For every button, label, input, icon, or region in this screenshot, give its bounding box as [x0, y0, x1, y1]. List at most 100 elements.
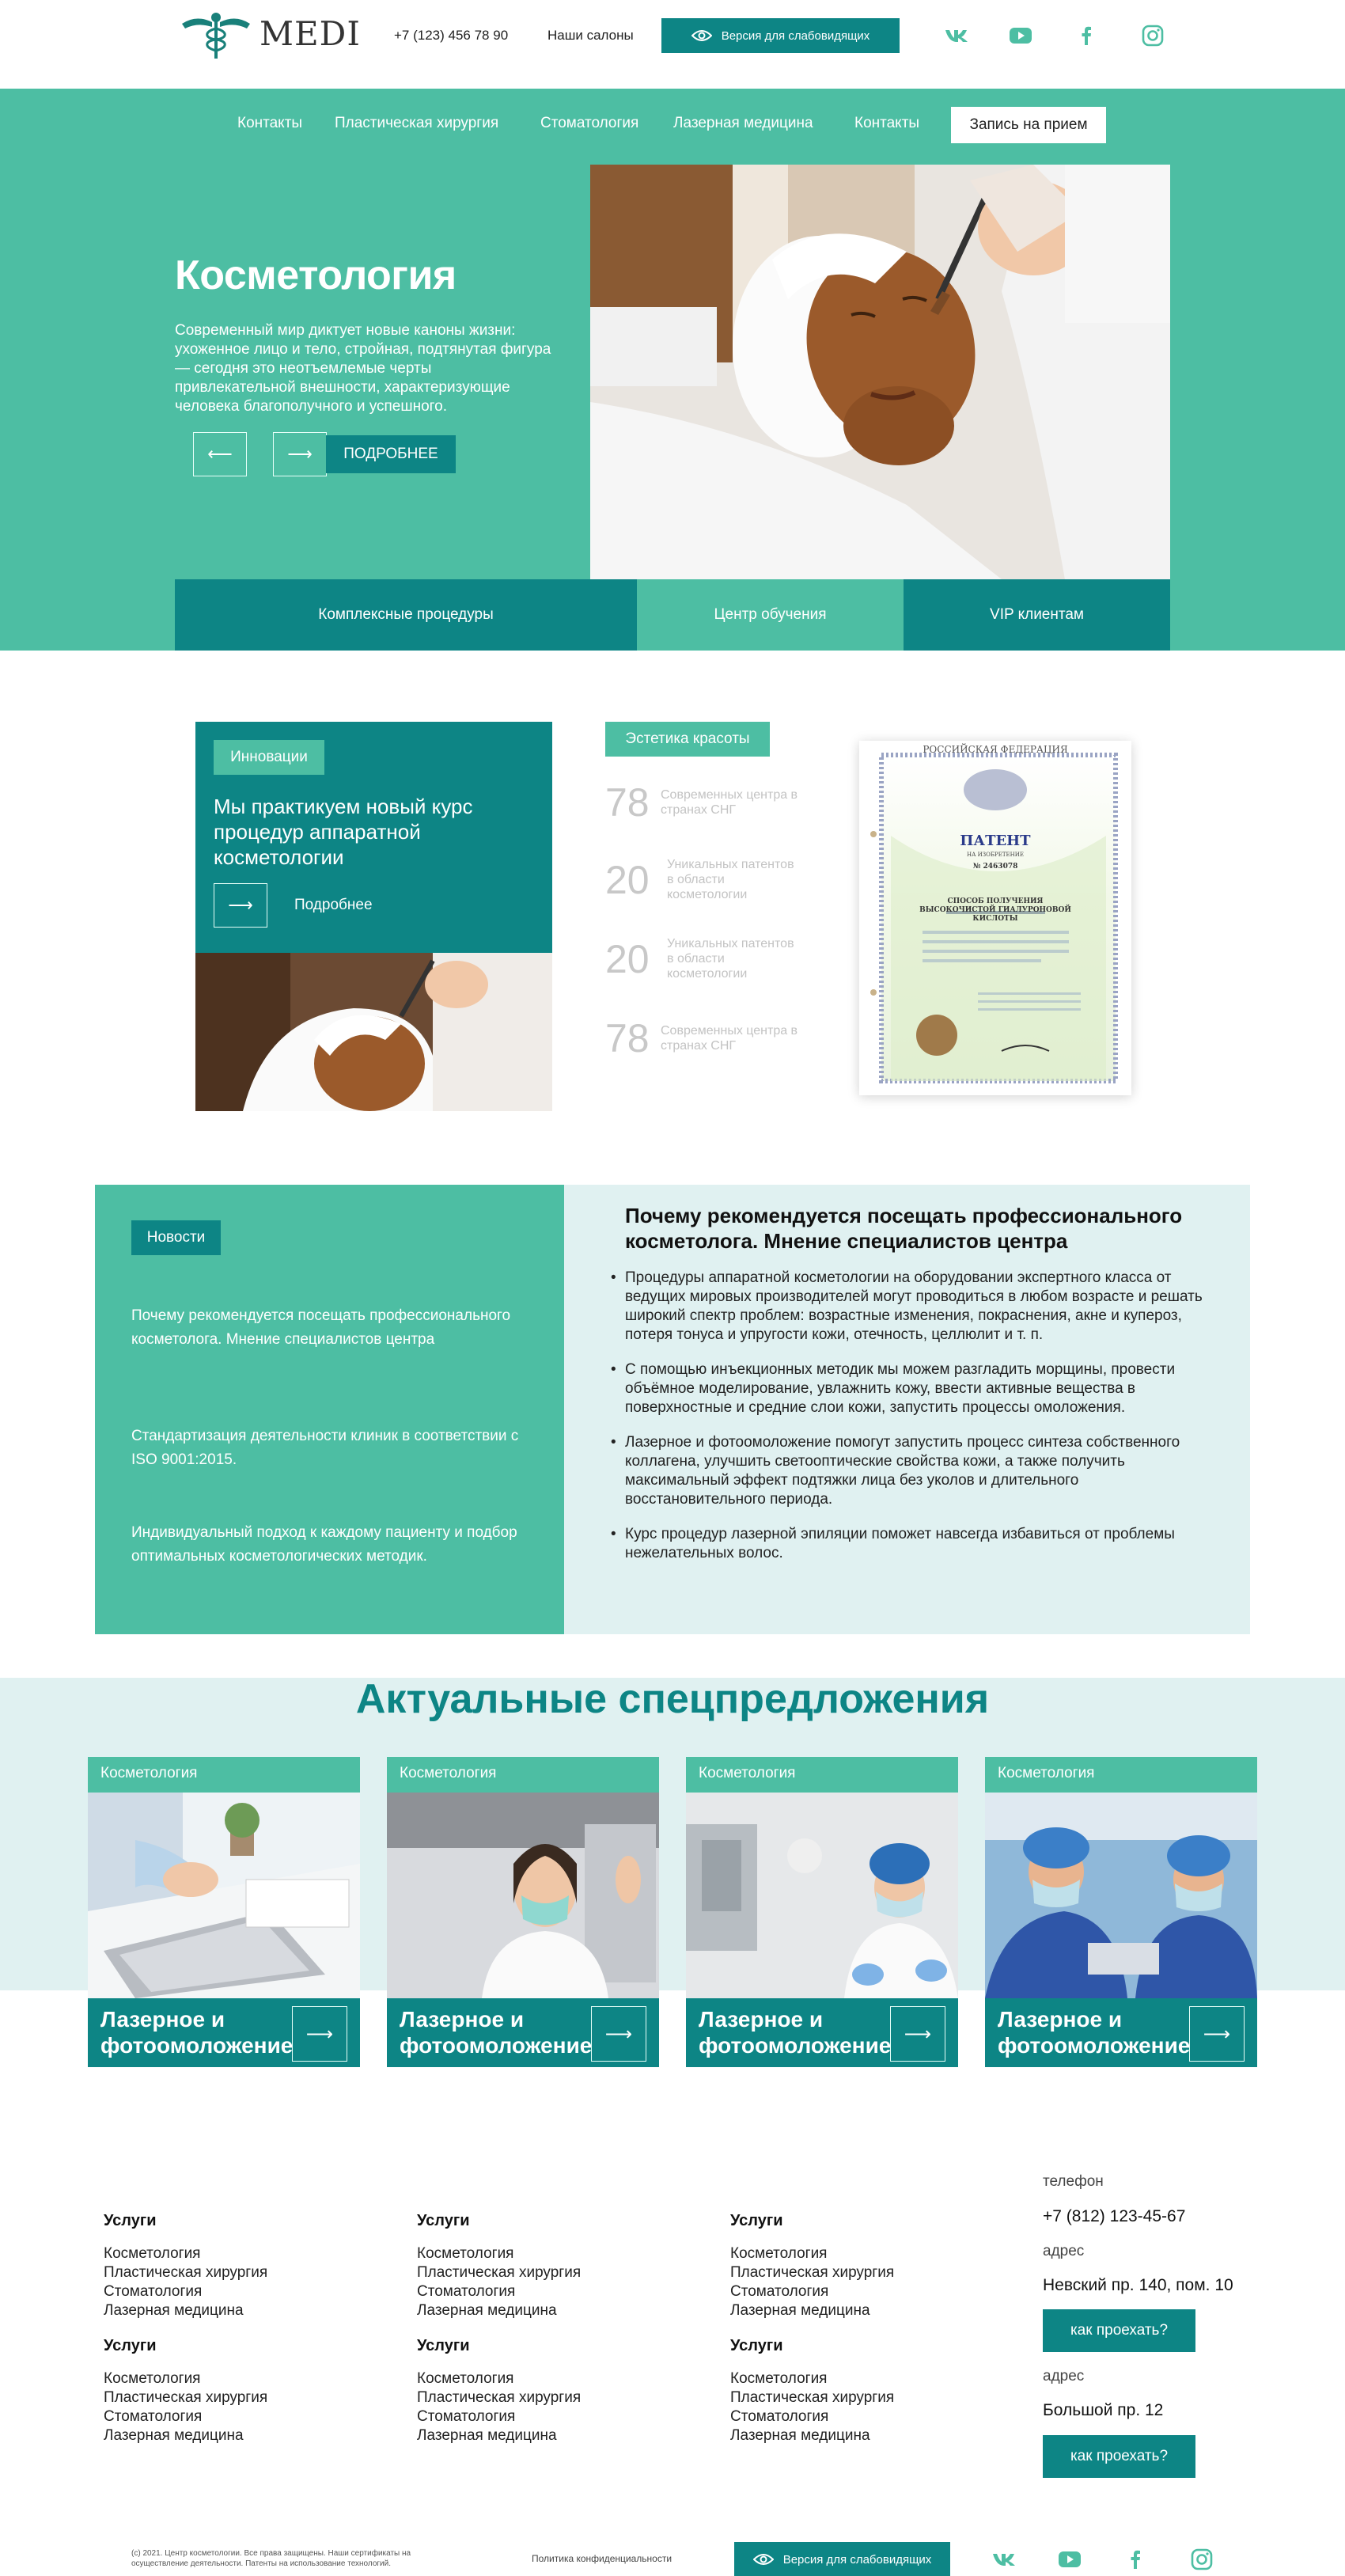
footer-phone[interactable]: +7 (812) 123-45-67 [1043, 2207, 1185, 2226]
news-badge: Новости [131, 1220, 221, 1255]
footer-link[interactable]: Пластическая хирургия [730, 2263, 991, 2282]
youtube-icon[interactable] [1056, 2546, 1083, 2573]
tab-complex-procedures[interactable]: Комплексные процедуры [175, 579, 637, 651]
footer-link[interactable]: Стоматология [104, 2407, 365, 2426]
route-button[interactable]: как проехать? [1043, 2309, 1195, 2352]
footer-link[interactable]: Косметология [730, 2244, 991, 2263]
news-item[interactable]: Почему рекомендуется посещать профессион… [131, 1304, 527, 1352]
instagram-icon[interactable] [1139, 22, 1166, 49]
appointment-button[interactable]: Запись на прием [951, 107, 1106, 143]
footer-link[interactable]: Пластическая хирургия [104, 2388, 365, 2407]
logo-text: MEDI [260, 13, 361, 53]
offer-tag: Косметология [985, 1757, 1257, 1793]
eye-icon [752, 2554, 774, 2565]
facebook-icon[interactable] [1073, 22, 1100, 49]
footer-link[interactable]: Косметология [417, 2369, 678, 2388]
logo[interactable]: MEDI [180, 6, 361, 60]
innovations-title: Мы практикуем новый курс процедур аппара… [214, 795, 473, 869]
footer-column-heading: Услуги [417, 2212, 470, 2229]
instagram-icon[interactable] [1188, 2546, 1215, 2573]
hero-more-button[interactable]: ПОДРОБНЕЕ [326, 435, 456, 473]
offer-card[interactable]: Косметология Лазерное и фотоомоложение ⟶ [985, 1757, 1257, 2067]
news-item[interactable]: Индивидуальный подход к каждому пациенту… [131, 1521, 543, 1569]
offer-footer: Лазерное и фотоомоложение ⟶ [686, 1998, 958, 2067]
stat-number: 20 [605, 858, 650, 902]
offer-arrow-button[interactable]: ⟶ [1189, 2006, 1245, 2062]
patent-subtitle: НА ИЗОБРЕТЕНИЕ [967, 852, 1024, 858]
salons-link[interactable]: Наши салоны [547, 28, 634, 44]
news-bullet-list: Процедуры аппаратной косметологии на обо… [611, 1269, 1212, 1579]
footer-link[interactable]: Лазерная медицина [417, 2301, 678, 2320]
news-item[interactable]: Стандартизация деятельности клиник в соо… [131, 1425, 527, 1472]
tab-vip-clients[interactable]: VIP клиентам [904, 579, 1170, 651]
facebook-icon[interactable] [1122, 2546, 1149, 2573]
footer-column: Услуги Косметология Пластическая хирурги… [104, 2212, 365, 2320]
offer-arrow-button[interactable]: ⟶ [890, 2006, 945, 2062]
news-bullet: Курс процедур лазерной эпиляции поможет … [611, 1525, 1212, 1563]
innovations-arrow[interactable]: ⟶ [214, 883, 267, 928]
offer-card[interactable]: Косметология Лазерное и фотоомоложение ⟶ [387, 1757, 659, 2067]
caduceus-icon [182, 13, 250, 59]
footer-link[interactable]: Стоматология [417, 2282, 678, 2301]
footer-link[interactable]: Косметология [104, 2244, 365, 2263]
offer-arrow-button[interactable]: ⟶ [292, 2006, 347, 2062]
nav-item-laser-medicine[interactable]: Лазерная медицина [673, 115, 813, 132]
offer-footer: Лазерное и фотоомоложение ⟶ [387, 1998, 659, 2067]
offer-photo [387, 1793, 659, 1998]
footer-vision-button[interactable]: Версия для слабовидящих [734, 2542, 950, 2576]
nav-item-dentistry[interactable]: Стоматология [540, 115, 638, 132]
footer-link[interactable]: Пластическая хирургия [104, 2263, 365, 2282]
footer-link[interactable]: Лазерная медицина [104, 2426, 365, 2445]
route-button[interactable]: как проехать? [1043, 2435, 1195, 2478]
patent-title: ПАТЕНТ [960, 833, 1031, 849]
nav-item-contacts-2[interactable]: Контакты [854, 115, 919, 132]
footer-link[interactable]: Стоматология [730, 2407, 991, 2426]
hero-next-arrow[interactable]: ⟶ [273, 432, 327, 476]
footer-column: Услуги Косметология Пластическая хирурги… [730, 2212, 991, 2320]
footer-link[interactable]: Стоматология [730, 2282, 991, 2301]
footer-link[interactable]: Лазерная медицина [730, 2301, 991, 2320]
footer-link[interactable]: Косметология [104, 2369, 365, 2388]
offer-tag: Косметология [387, 1757, 659, 1793]
footer-link[interactable]: Пластическая хирургия [730, 2388, 991, 2407]
address-value: Большой пр. 12 [1043, 2401, 1164, 2419]
innovations-badge: Инновации [214, 740, 324, 775]
footer-link[interactable]: Стоматология [417, 2407, 678, 2426]
footer-link[interactable]: Лазерная медицина [417, 2426, 678, 2445]
privacy-policy-link[interactable]: Политика конфиденциальности [532, 2553, 672, 2564]
footer-link[interactable]: Пластическая хирургия [417, 2388, 678, 2407]
innovations-more-link[interactable]: Подробнее [294, 897, 373, 914]
news-bullet: Процедуры аппаратной косметологии на обо… [611, 1269, 1212, 1345]
offers-title: Актуальные спецпредложения [355, 1676, 990, 1722]
header-phone[interactable]: +7 (123) 456 78 90 [394, 28, 508, 44]
footer-link[interactable]: Пластическая хирургия [417, 2263, 678, 2282]
vk-icon[interactable] [943, 22, 970, 49]
youtube-icon[interactable] [1007, 22, 1034, 49]
tab-training-center[interactable]: Центр обучения [637, 579, 904, 651]
footer-link[interactable]: Косметология [730, 2369, 991, 2388]
offer-footer: Лазерное и фотоомоложение ⟶ [985, 1998, 1257, 2067]
footer-link[interactable]: Лазерная медицина [104, 2301, 365, 2320]
patent-certificate[interactable]: РОССИЙСКАЯ ФЕДЕРАЦИЯ ПАТЕНТ НА ИЗОБРЕТЕН… [859, 741, 1131, 1095]
footer-column: Услуги Косметология Пластическая хирурги… [104, 2337, 365, 2445]
news-bullet: С помощью инъекционных методик мы можем … [611, 1360, 1212, 1417]
footer-link[interactable]: Лазерная медицина [730, 2426, 991, 2445]
vision-button[interactable]: Версия для слабовидящих [661, 18, 900, 53]
footer-link[interactable]: Стоматология [104, 2282, 365, 2301]
phone-label: телефон [1043, 2173, 1104, 2190]
footer-column-heading: Услуги [730, 2337, 783, 2354]
offer-arrow-button[interactable]: ⟶ [591, 2006, 646, 2062]
nav-item-contacts[interactable]: Контакты [237, 115, 302, 132]
offer-card[interactable]: Косметология Лазерное и фотоомоложение ⟶ [686, 1757, 958, 2067]
stat-number: 20 [605, 937, 650, 981]
vk-icon[interactable] [991, 2546, 1017, 2573]
footer-column-heading: Услуги [417, 2337, 470, 2354]
news-heading: Почему рекомендуется посещать профессион… [625, 1204, 1183, 1253]
hero-prev-arrow[interactable]: ⟵ [193, 432, 247, 476]
footer-link[interactable]: Косметология [417, 2244, 678, 2263]
offer-photo [88, 1793, 360, 1998]
nav-item-plastic-surgery[interactable]: Пластическая хирургия [335, 115, 498, 132]
footer-column-heading: Услуги [104, 2337, 157, 2354]
offer-card[interactable]: Косметология Лазерное и фотоомоложение ⟶ [88, 1757, 360, 2067]
vision-button-label: Версия для слабовидящих [721, 28, 870, 43]
